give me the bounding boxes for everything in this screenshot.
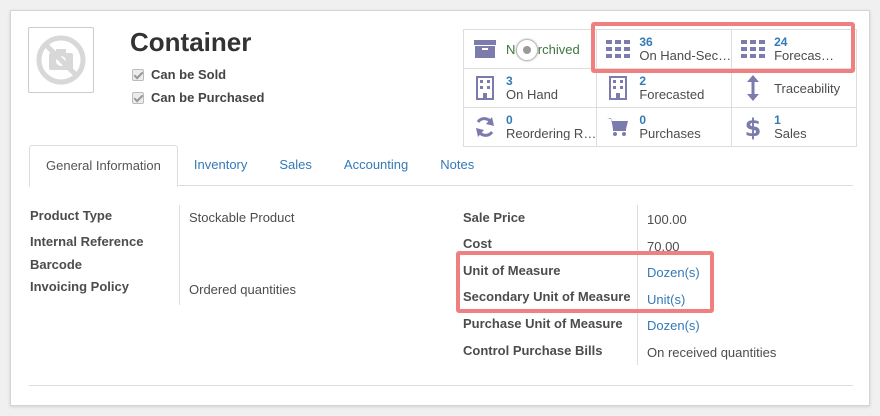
forecasted-button[interactable]: 2 Forecasted	[597, 69, 733, 108]
column-divider	[637, 205, 638, 365]
traceability-button[interactable]: Traceability	[732, 69, 857, 108]
sales-label: Sales	[774, 126, 807, 140]
invoicing-policy-value[interactable]: Ordered quantities	[189, 282, 296, 297]
shopping-cart-icon	[605, 115, 631, 139]
sales-button[interactable]: $ 1 Sales	[732, 108, 857, 147]
can-be-sold-checkbox[interactable]: Can be Sold	[132, 67, 226, 82]
invoicing-policy-label: Invoicing Policy	[30, 279, 129, 294]
unit-of-measure-label: Unit of Measure	[463, 263, 561, 278]
on-hand-button[interactable]: 3 On Hand	[464, 69, 598, 108]
tab-general-information[interactable]: General Information	[29, 145, 178, 187]
grid-icon	[605, 37, 631, 61]
sale-price-label: Sale Price	[463, 210, 526, 225]
forecast-secondary-button[interactable]: 24 Forecas…	[732, 30, 857, 69]
smart-button-grid: Not Archived 36 On Hand-Sec… 24 Forecas… 3…	[463, 29, 857, 147]
on-hand-label: On Hand	[506, 87, 559, 101]
can-be-purchased-label: Can be Purchased	[151, 90, 265, 105]
sale-price-value[interactable]: 100.00	[647, 212, 687, 227]
reordering-label: Reordering R…	[506, 126, 597, 140]
tab-accounting[interactable]: Accounting	[328, 145, 424, 186]
control-purchase-bills-value[interactable]: On received quantities	[647, 345, 776, 360]
tab-inventory[interactable]: Inventory	[178, 145, 263, 186]
svg-text:$: $	[745, 114, 761, 140]
cost-value[interactable]: 70.00	[647, 239, 680, 254]
purchase-unit-of-measure-label: Purchase Unit of Measure	[463, 316, 623, 331]
section-divider	[29, 385, 853, 386]
barcode-label: Barcode	[30, 257, 83, 272]
product-image-placeholder[interactable]	[28, 27, 94, 93]
checkbox-checked-icon[interactable]	[132, 68, 144, 81]
vertical-arrows-icon	[740, 75, 766, 101]
on-hand-secondary-button[interactable]: 36 On Hand-Sec…	[597, 30, 733, 69]
archive-box-icon	[472, 37, 498, 61]
purchase-unit-of-measure-link[interactable]: Dozen(s)	[647, 318, 700, 333]
checkbox-checked-icon[interactable]	[132, 91, 144, 104]
unit-of-measure-link[interactable]: Dozen(s)	[647, 265, 700, 280]
refresh-icon	[472, 115, 498, 139]
column-divider	[179, 205, 180, 305]
can-be-purchased-checkbox[interactable]: Can be Purchased	[132, 90, 264, 105]
product-form-sheet: Container Can be Sold Can be Purchased N…	[10, 10, 870, 406]
camera-placeholder-icon	[36, 35, 86, 85]
toggle-knob[interactable]	[516, 39, 538, 61]
tab-notes[interactable]: Notes	[424, 145, 490, 186]
building-icon	[605, 76, 631, 100]
product-type-value[interactable]: Stockable Product	[189, 210, 295, 225]
control-purchase-bills-label: Control Purchase Bills	[463, 343, 603, 358]
tab-sales[interactable]: Sales	[263, 145, 328, 186]
grid-icon	[740, 37, 766, 61]
dollar-icon: $	[740, 114, 766, 140]
purchases-label: Purchases	[639, 126, 701, 140]
internal-reference-label: Internal Reference	[30, 234, 144, 249]
reordering-rules-button[interactable]: 0 Reordering R…	[464, 108, 598, 147]
archive-toggle-button[interactable]: Not Archived	[464, 30, 598, 69]
purchases-button[interactable]: 0 Purchases	[597, 108, 733, 147]
building-icon	[472, 76, 498, 100]
cost-label: Cost	[463, 236, 492, 251]
forecasted-label: Forecasted	[639, 87, 705, 101]
product-type-label: Product Type	[30, 208, 113, 223]
product-title[interactable]: Container	[130, 27, 251, 58]
notebook-tabs: General Information Inventory Sales Acco…	[29, 145, 853, 187]
can-be-sold-label: Can be Sold	[151, 67, 227, 82]
forecast-secondary-label: Forecas…	[774, 48, 835, 62]
secondary-unit-of-measure-label: Secondary Unit of Measure	[463, 289, 631, 304]
on-hand-secondary-label: On Hand-Sec…	[639, 48, 732, 62]
traceability-label: Traceability	[774, 80, 841, 96]
secondary-unit-of-measure-link[interactable]: Unit(s)	[647, 292, 685, 307]
